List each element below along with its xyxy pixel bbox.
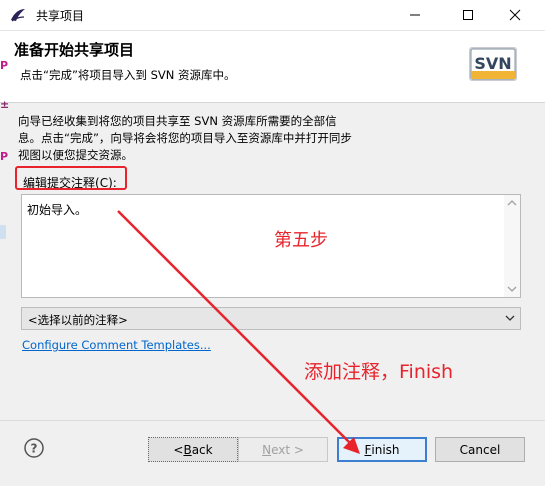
finish-button[interactable]: Finish bbox=[337, 437, 427, 462]
chevron-down-icon bbox=[505, 315, 515, 321]
previous-comments-select[interactable]: <选择以前的注释> bbox=[21, 307, 521, 330]
configure-comment-templates-link[interactable]: Configure Comment Templates... bbox=[22, 338, 211, 352]
minimize-icon bbox=[410, 14, 420, 16]
cancel-button[interactable]: Cancel bbox=[435, 437, 525, 462]
scroll-down-icon[interactable] bbox=[507, 285, 517, 293]
minimize-button[interactable] bbox=[397, 0, 433, 30]
textarea-scrollbar[interactable] bbox=[504, 195, 520, 297]
description-line: 向导已经收集到将您的项目共享至 SVN 资源库所需要的全部信 bbox=[18, 114, 337, 128]
wizard-subtitle: 点击“完成”将项目导入到 SVN 资源库中。 bbox=[20, 68, 236, 82]
annotation-highlight-box bbox=[15, 166, 127, 190]
close-button[interactable] bbox=[497, 0, 533, 30]
eclipse-app-icon bbox=[11, 9, 25, 22]
svg-text:?: ? bbox=[31, 442, 38, 456]
annotation-step-label: 第五步 bbox=[274, 230, 328, 251]
svn-logo-icon: SVN bbox=[469, 47, 517, 81]
svg-text:SVN: SVN bbox=[474, 54, 511, 73]
background-edge-mark: P bbox=[0, 59, 9, 72]
wizard-title: 准备开始共享项目 bbox=[14, 41, 135, 59]
window-title: 共享项目 bbox=[36, 9, 85, 23]
next-button[interactable]: Next > bbox=[238, 437, 328, 462]
background-edge-mark: ± bbox=[0, 98, 10, 111]
previous-comments-value: <选择以前的注释> bbox=[28, 313, 128, 327]
footer-divider bbox=[0, 420, 545, 421]
maximize-icon bbox=[463, 10, 473, 20]
wizard-description: 向导已经收集到将您的项目共享至 SVN 资源库所需要的全部信 息。点击“完成”，… bbox=[18, 113, 388, 164]
description-line: 视图以便您提交资源。 bbox=[18, 148, 133, 162]
wizard-header: 准备开始共享项目 点击“完成”将项目导入到 SVN 资源库中。 SVN bbox=[0, 31, 545, 103]
scroll-up-icon[interactable] bbox=[507, 199, 517, 207]
close-icon bbox=[509, 9, 521, 21]
description-line: 息。点击“完成”，向导将会将您的项目导入至资源库中并打开同步 bbox=[18, 131, 352, 145]
share-project-dialog: 共享项目 准备开始共享项目 点击“完成”将项目导入到 SVN 资源库中。 SVN… bbox=[0, 0, 545, 486]
title-bar[interactable]: 共享项目 bbox=[0, 0, 545, 31]
commit-comment-text: 初始导入。 bbox=[27, 203, 88, 217]
help-icon[interactable]: ? bbox=[24, 438, 44, 458]
commit-comment-textarea[interactable]: 初始导入。 bbox=[21, 194, 521, 298]
annotation-note-label: 添加注释，Finish bbox=[304, 361, 454, 383]
background-edge-mark: P bbox=[0, 150, 9, 163]
back-button[interactable]: < Back bbox=[148, 437, 238, 462]
background-edge-strip bbox=[0, 225, 6, 239]
maximize-button[interactable] bbox=[450, 0, 486, 30]
